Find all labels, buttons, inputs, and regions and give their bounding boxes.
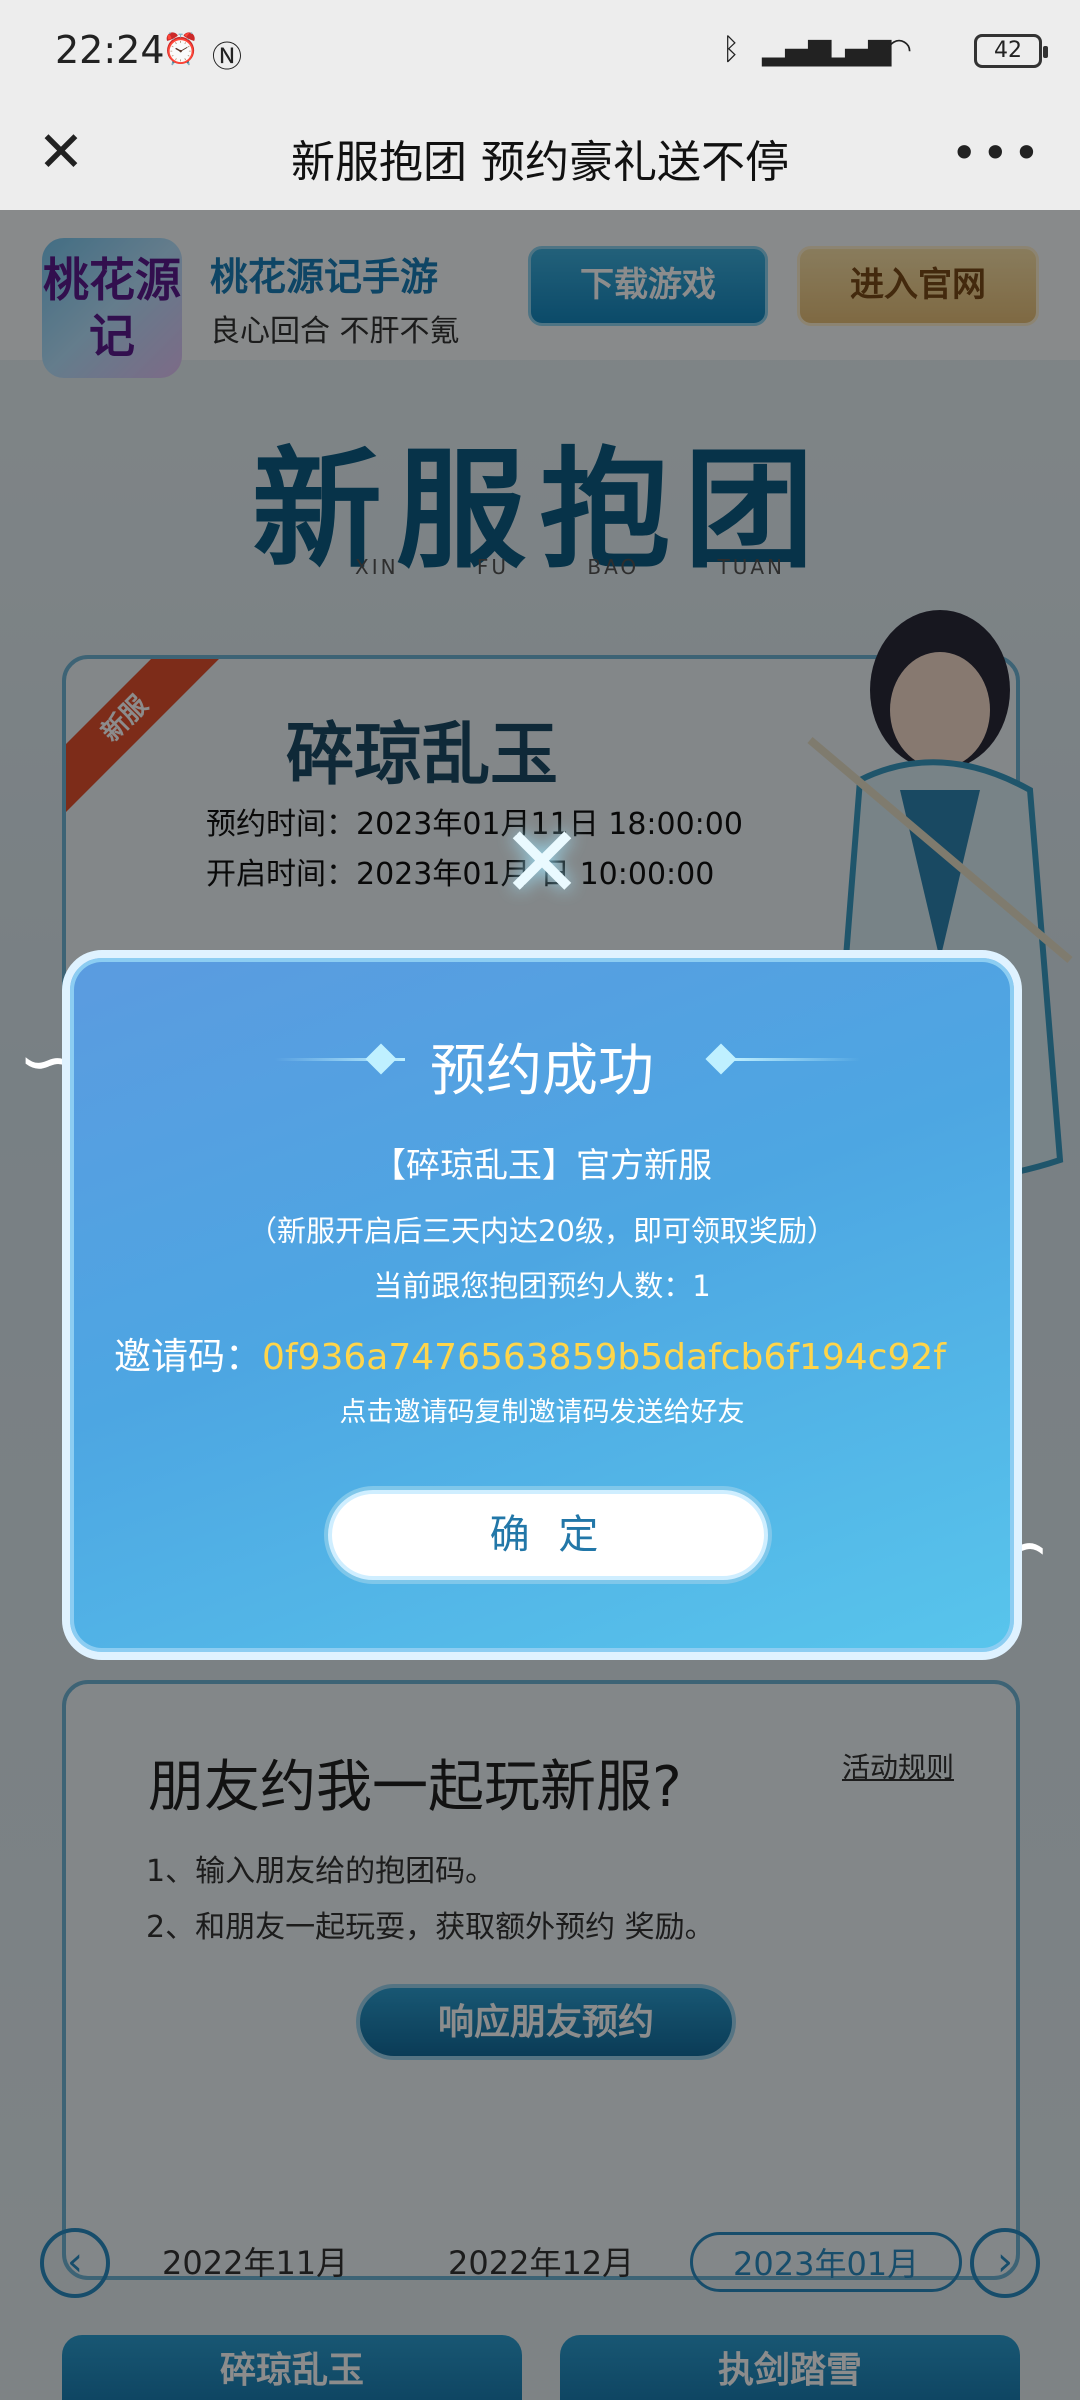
invite-code-row: 邀请码：0f936a7476563859b5dafcb6f194c92f	[114, 1326, 994, 1380]
page-title: 新服抱团 预约豪礼送不停	[291, 137, 789, 188]
alarm-icon: ⏰	[162, 32, 200, 67]
bluetooth-icon: ᛒ	[722, 32, 740, 67]
invite-code[interactable]: 0f936a7476563859b5dafcb6f194c92f	[262, 1337, 946, 1378]
dialog-title: 预约成功	[430, 1039, 654, 1104]
invite-code-label: 邀请码：	[114, 1335, 262, 1378]
invite-hint: 点击邀请码复制邀请码发送给好友	[339, 1397, 745, 1428]
signal-2-icon: ▂▄▆	[822, 32, 892, 67]
close-icon[interactable]: ✕	[497, 813, 587, 913]
reservation-count: 当前跟您抱团预约人数：1	[373, 1269, 711, 1303]
nav-bar: ✕ 新服抱团 预约豪礼送不停 •••	[0, 100, 1080, 210]
server-label: 【碎琼乱玉】官方新服	[372, 1146, 712, 1186]
title-divider-right	[730, 1058, 860, 1061]
wifi-icon: ◠	[886, 32, 913, 67]
status-time: 22:24	[55, 28, 165, 72]
nfc-icon: Ⓝ	[212, 40, 242, 75]
confirm-button[interactable]: 确 定	[328, 1490, 768, 1580]
signal-1-icon: ▂▄▆	[762, 32, 832, 67]
battery-icon: 42	[974, 34, 1048, 68]
status-bar: 22:24 ⏰ Ⓝ ᛒ ▂▄▆ ▂▄▆ ◠ 42	[0, 0, 1080, 100]
reward-condition: （新服开启后三天内达20级，即可领取奖励）	[248, 1214, 836, 1248]
reservation-success-dialog: 预约成功 【碎琼乱玉】官方新服 （新服开启后三天内达20级，即可领取奖励） 当前…	[62, 950, 1022, 1660]
battery-level: 42	[994, 38, 1022, 63]
more-icon[interactable]: •••	[951, 126, 1044, 180]
